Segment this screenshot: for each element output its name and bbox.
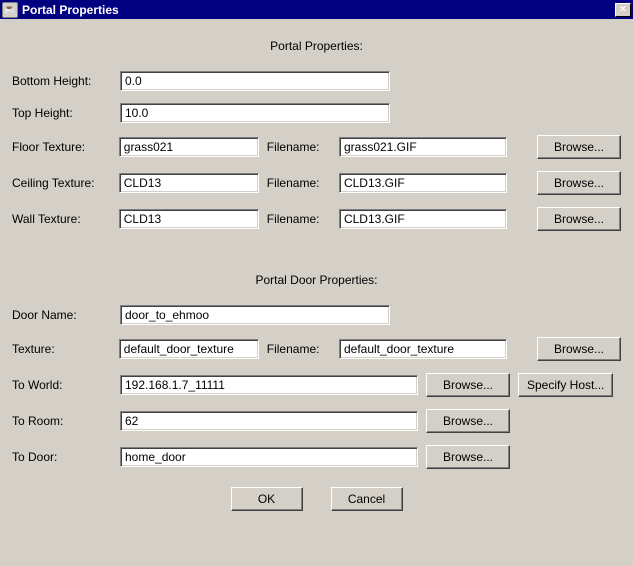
to-room-label: To Room:	[12, 414, 112, 428]
top-height-label: Top Height:	[12, 106, 112, 120]
wall-texture-input[interactable]	[119, 209, 259, 229]
floor-filename-input[interactable]	[339, 137, 507, 157]
bottom-height-input[interactable]	[120, 71, 390, 91]
cancel-button[interactable]: Cancel	[331, 487, 403, 511]
floor-filename-label: Filename:	[267, 140, 331, 154]
browse-world-button[interactable]: Browse...	[426, 373, 510, 397]
door-name-input[interactable]	[120, 305, 390, 325]
browse-room-button[interactable]: Browse...	[426, 409, 510, 433]
door-filename-label: Filename:	[267, 342, 331, 356]
ceiling-texture-label: Ceiling Texture:	[12, 176, 111, 190]
browse-ceiling-button[interactable]: Browse...	[537, 171, 621, 195]
bottom-height-label: Bottom Height:	[12, 74, 112, 88]
window-title: Portal Properties	[22, 3, 615, 17]
browse-door-button[interactable]: Browse...	[426, 445, 510, 469]
specify-host-button[interactable]: Specify Host...	[518, 373, 613, 397]
close-icon[interactable]: ×	[615, 3, 631, 17]
java-icon: ☕	[2, 2, 18, 18]
browse-door-texture-button[interactable]: Browse...	[537, 337, 621, 361]
to-room-input[interactable]	[120, 411, 418, 431]
ok-button[interactable]: OK	[231, 487, 303, 511]
wall-texture-label: Wall Texture:	[12, 212, 111, 226]
ceiling-texture-input[interactable]	[119, 173, 259, 193]
floor-texture-input[interactable]	[119, 137, 259, 157]
door-texture-label: Texture:	[12, 342, 111, 356]
browse-floor-button[interactable]: Browse...	[537, 135, 621, 159]
floor-texture-label: Floor Texture:	[12, 140, 111, 154]
door-texture-input[interactable]	[119, 339, 259, 359]
top-height-input[interactable]	[120, 103, 390, 123]
dialog-body: Portal Properties: Bottom Height: Top He…	[0, 19, 633, 519]
ceiling-filename-input[interactable]	[339, 173, 507, 193]
door-name-label: Door Name:	[12, 308, 112, 322]
portal-door-properties-heading: Portal Door Properties:	[12, 273, 621, 287]
to-world-label: To World:	[12, 378, 112, 392]
to-world-input[interactable]	[120, 375, 418, 395]
ceiling-filename-label: Filename:	[267, 176, 331, 190]
wall-filename-input[interactable]	[339, 209, 507, 229]
titlebar: ☕ Portal Properties ×	[0, 0, 633, 19]
to-door-label: To Door:	[12, 450, 112, 464]
portal-properties-heading: Portal Properties:	[12, 39, 621, 53]
to-door-input[interactable]	[120, 447, 418, 467]
door-filename-input[interactable]	[339, 339, 507, 359]
browse-wall-button[interactable]: Browse...	[537, 207, 621, 231]
wall-filename-label: Filename:	[267, 212, 331, 226]
